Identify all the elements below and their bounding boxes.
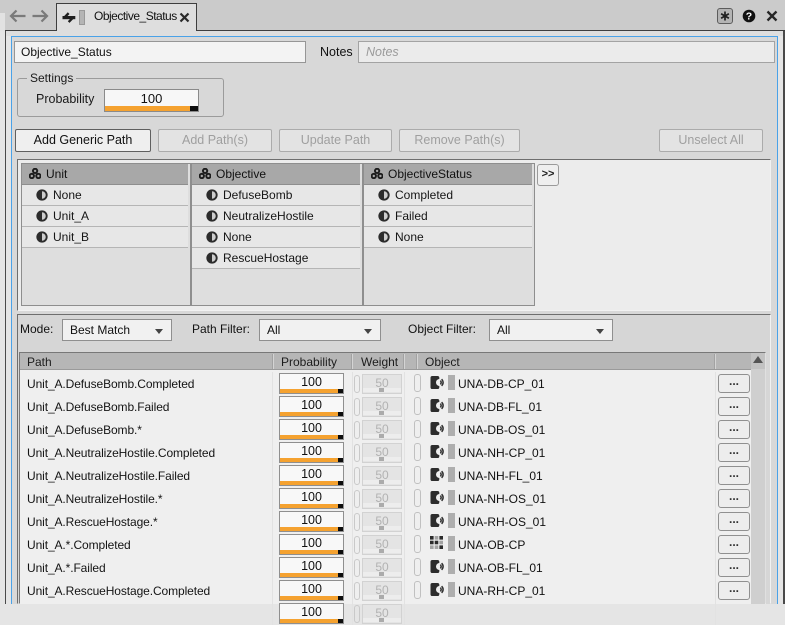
svg-text:?: ?	[746, 10, 752, 22]
